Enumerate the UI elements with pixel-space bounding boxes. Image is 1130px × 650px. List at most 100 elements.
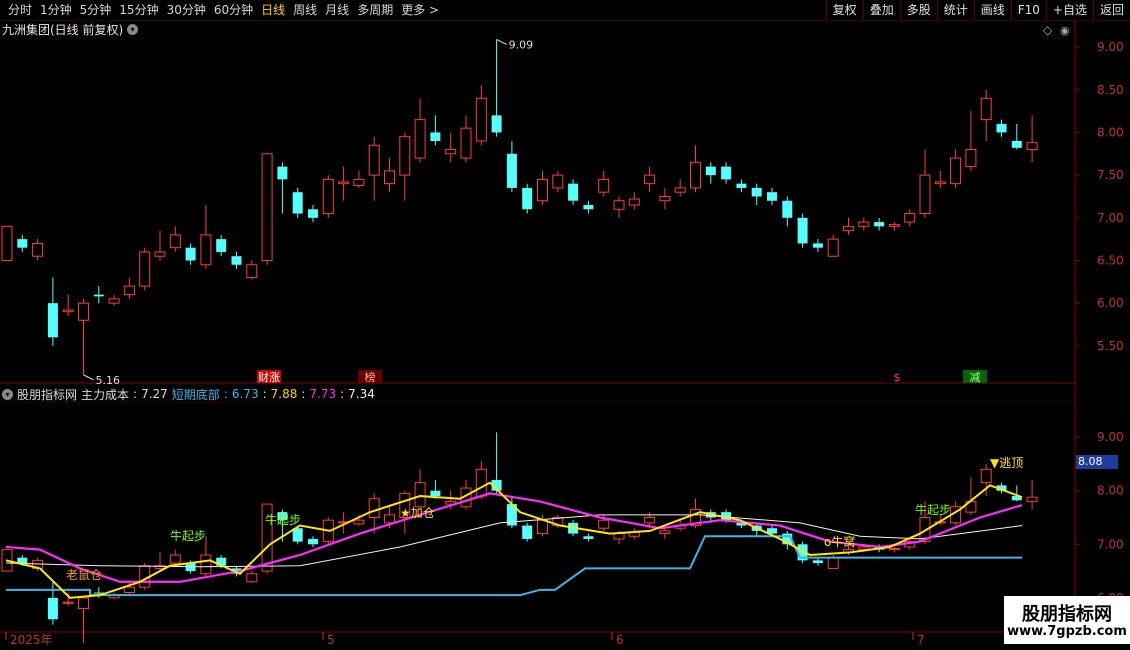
settings-icon: ◉ bbox=[1060, 24, 1070, 37]
candle-body bbox=[812, 243, 823, 248]
candle-body bbox=[185, 247, 196, 261]
candle-body bbox=[338, 181, 350, 185]
candle-body bbox=[751, 187, 762, 197]
candle-body bbox=[1026, 496, 1038, 502]
candle-body bbox=[414, 482, 426, 508]
indicator-tick-label: 8.00 bbox=[1097, 484, 1124, 498]
candle-body bbox=[154, 251, 166, 257]
watermark-title: 股朋指标网 bbox=[1022, 604, 1112, 625]
candle-body bbox=[246, 264, 258, 279]
candle-body bbox=[353, 519, 365, 525]
candle-body bbox=[613, 533, 625, 540]
candle-body bbox=[123, 586, 135, 594]
candle-body bbox=[475, 97, 487, 142]
candle-body bbox=[292, 192, 303, 214]
candle-body bbox=[537, 519, 548, 535]
candle-body bbox=[736, 183, 747, 188]
candle-body bbox=[430, 132, 441, 141]
candle-body bbox=[996, 123, 1007, 133]
signal-label: ▼逃顶 bbox=[990, 456, 1023, 470]
indicator-tick-label: 7.00 bbox=[1097, 537, 1124, 551]
price-tick-label: 7.00 bbox=[1097, 211, 1124, 225]
price-tick-label: 8.50 bbox=[1097, 83, 1124, 97]
candle-body bbox=[123, 285, 135, 296]
candle-body bbox=[261, 153, 273, 261]
indicator-header: ▾ 股朋指标网 主力成本: 7.27 短期底部: 6.73: 7.88: 7.7… bbox=[2, 386, 375, 402]
high-marker bbox=[496, 38, 507, 45]
signal-label: 老鼠仓 bbox=[66, 568, 102, 582]
line4-value: 7.73 bbox=[309, 387, 337, 401]
high-label: 9.09 bbox=[509, 38, 533, 51]
candle-body bbox=[904, 213, 916, 223]
candle-body bbox=[169, 234, 181, 249]
price-tick-label: 8.00 bbox=[1097, 125, 1124, 139]
watermark-url: www.7gpzb.com bbox=[1007, 624, 1127, 639]
event-tag: $ bbox=[894, 371, 901, 384]
candle-body bbox=[430, 490, 441, 497]
candle-body bbox=[475, 468, 487, 497]
chevron-down-icon[interactable]: ▾ bbox=[2, 388, 13, 400]
candle-body bbox=[874, 222, 885, 227]
candle-body bbox=[934, 181, 946, 185]
candle-body bbox=[93, 294, 104, 297]
date-label: 5 bbox=[327, 633, 335, 647]
date-label: 2025年 bbox=[10, 633, 53, 647]
candle-body bbox=[17, 557, 28, 564]
candle-body bbox=[368, 498, 380, 518]
candle-body bbox=[782, 200, 793, 218]
price-tick-label: 7.50 bbox=[1097, 168, 1124, 182]
watermark: 股朋指标网 www.7gpzb.com bbox=[1004, 596, 1130, 644]
candle-body bbox=[690, 161, 701, 189]
line5-value: 7.34 bbox=[348, 387, 375, 401]
candle-body bbox=[827, 238, 839, 257]
signal-label: 牛起步 bbox=[915, 502, 951, 517]
event-tag: 榜 bbox=[365, 370, 376, 384]
candle-body bbox=[414, 119, 426, 159]
candle-body bbox=[522, 187, 533, 210]
diamond-icon: ◇ bbox=[1043, 23, 1053, 37]
candle-body bbox=[216, 239, 227, 252]
candle-body bbox=[322, 178, 334, 215]
candle-body bbox=[308, 209, 318, 218]
candle-body bbox=[888, 548, 900, 551]
indicator-name: 股朋指标网 bbox=[17, 387, 78, 402]
candle-body bbox=[568, 183, 579, 201]
kline-chart[interactable]: 9.00 8.50 8.00 7.50 7.00 6.50 6.00 5.50 9.00 8.00… bbox=[0, 0, 1130, 650]
candle-body bbox=[353, 178, 365, 186]
candle-body bbox=[32, 242, 44, 257]
event-tag: 减 bbox=[970, 371, 981, 384]
candle-body bbox=[537, 178, 548, 202]
candle-body bbox=[62, 601, 74, 604]
date-label: 7 bbox=[917, 633, 925, 647]
low-marker bbox=[83, 374, 94, 381]
candle-body bbox=[965, 149, 977, 168]
candle-body bbox=[445, 149, 457, 155]
candle-body bbox=[583, 205, 594, 210]
candle-body bbox=[384, 170, 395, 185]
candle-body bbox=[858, 221, 870, 227]
candle-body bbox=[628, 198, 640, 206]
yellow-line bbox=[5, 481, 1023, 599]
candle-body bbox=[1011, 140, 1022, 148]
candle-body bbox=[139, 251, 151, 287]
signal-label: 牛起步 bbox=[265, 512, 301, 527]
short-bottom-label: 短期底部 bbox=[171, 387, 220, 402]
signal-label: 牛起步 bbox=[170, 528, 206, 543]
date-label: 6 bbox=[616, 633, 624, 647]
candle-body bbox=[308, 538, 318, 545]
candle-body bbox=[491, 115, 502, 133]
candle-body bbox=[231, 256, 242, 265]
candle-body bbox=[827, 557, 839, 569]
candle-body bbox=[888, 224, 900, 227]
candle-body bbox=[17, 239, 28, 248]
candle-body bbox=[950, 157, 962, 185]
candle-body bbox=[613, 200, 625, 210]
candle-body bbox=[108, 298, 120, 304]
main-cost-value: 7.27 bbox=[141, 387, 168, 401]
candle-body bbox=[644, 517, 656, 524]
candle-body bbox=[460, 127, 472, 159]
candle-body bbox=[767, 192, 777, 201]
main-cost-label: 主力成本 bbox=[81, 387, 130, 402]
signal-label: o牛窝 bbox=[824, 534, 855, 549]
event-tag: 财涨 bbox=[258, 370, 280, 384]
